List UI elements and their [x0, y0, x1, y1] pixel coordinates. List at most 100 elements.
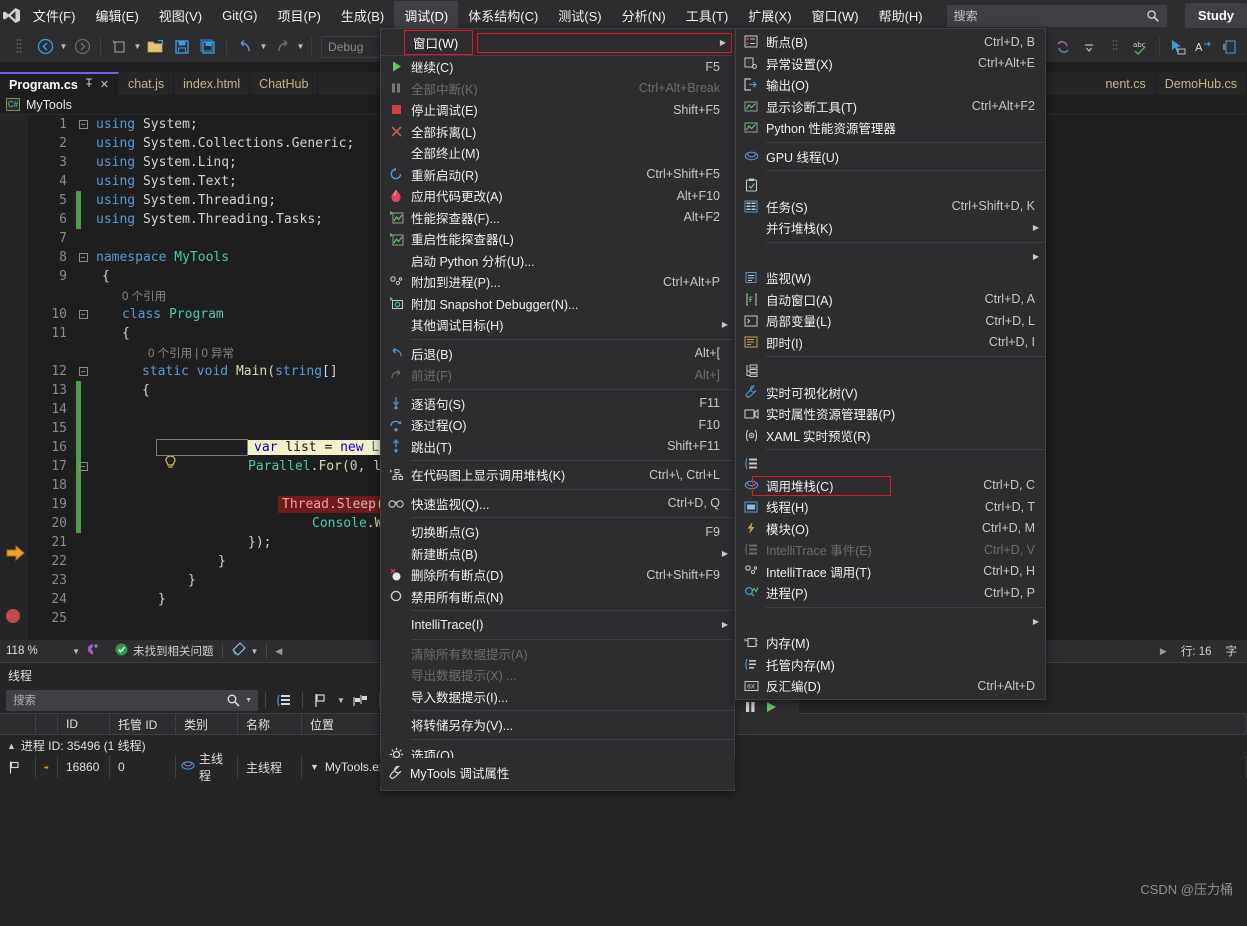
extract-icon[interactable] — [1217, 35, 1243, 59]
column-name[interactable]: 名称 — [238, 714, 302, 734]
menu-window[interactable]: 窗口(W) — [802, 1, 869, 30]
debug-menu-item-performance-profiler[interactable]: 性能探查器(F)... Alt+F2 — [381, 207, 734, 229]
debug-menu-item-import-datatips[interactable]: 导入数据提示(I)... — [381, 686, 734, 708]
submenu-item-live-visual-tree[interactable] — [736, 360, 1045, 382]
menu-view[interactable]: 视图(V) — [149, 1, 212, 30]
submenu-item-processes[interactable]: IntelliTrace 调用(T) Ctrl+D, H — [736, 561, 1045, 583]
breadcrumb-namespace[interactable]: MyTools — [26, 98, 72, 112]
submenu-item-immediate[interactable]: 局部变量(L) Ctrl+D, L — [736, 310, 1045, 332]
codelens-text[interactable]: 0 个引用 — [90, 288, 166, 304]
tab-chat-js[interactable]: chat.js — [119, 72, 175, 95]
scroll-left-icon[interactable]: ◀ — [275, 646, 282, 657]
menu-extensions[interactable]: 扩展(X) — [738, 1, 801, 30]
chevron-down-icon[interactable]: ▼ — [337, 696, 345, 705]
save-all-icon[interactable] — [195, 35, 221, 59]
debug-menu-item-disable-all-breakpoints[interactable]: 禁用所有断点(N) — [381, 586, 734, 608]
debug-menu-item-step-back[interactable]: 后退(B) Alt+[ — [381, 343, 734, 365]
tab-nent-cs[interactable]: nent.cs — [1096, 72, 1156, 95]
group-by-icon[interactable] — [273, 689, 295, 711]
close-icon[interactable]: ✕ — [100, 78, 109, 91]
rename-icon[interactable]: A — [1191, 35, 1217, 59]
debug-menu-item-step-into[interactable]: 逐语句(S) F11 — [381, 393, 734, 415]
submenu-item-parallel-watch[interactable]: 并行堆栈(K) ▶ — [736, 217, 1045, 239]
fold-toggle[interactable]: − — [76, 462, 90, 471]
spell-check-icon[interactable]: abc — [1128, 35, 1154, 59]
menu-file[interactable]: 文件(F) — [23, 1, 86, 30]
debug-menu-item-start-python-profiling[interactable]: 启动 Python 分析(U)... — [381, 250, 734, 272]
submenu-item-tasks[interactable] — [736, 174, 1045, 196]
lightbulb-icon[interactable] — [86, 440, 176, 468]
debug-menu-item-quick-watch[interactable]: 快速监视(Q)... Ctrl+D, Q — [381, 493, 734, 515]
debug-menu-item-detach-all[interactable]: 全部拆离(L) — [381, 121, 734, 143]
column-managed-id[interactable]: 托管 ID — [110, 714, 176, 734]
new-project-dropdown-icon[interactable]: ▼ — [132, 35, 143, 59]
debug-floating-toolbar[interactable] — [735, 699, 799, 718]
new-project-icon[interactable] — [106, 35, 132, 59]
submenu-item-watch[interactable]: ▶ — [736, 246, 1045, 268]
breakpoint-icon[interactable] — [6, 609, 20, 623]
fold-toggle[interactable]: − — [76, 367, 90, 376]
submenu-item-locals[interactable]: 自动窗口(A) Ctrl+D, A — [736, 289, 1045, 311]
context-menu-item-mytools-debug-properties[interactable]: MyTools 调试属性 — [380, 758, 735, 786]
submenu-item-parallel-stacks[interactable]: 任务(S) Ctrl+Shift+D, K — [736, 196, 1045, 218]
undo-icon[interactable] — [232, 35, 258, 59]
debug-menu-item-attach-snapshot-debugger[interactable]: 附加 Snapshot Debugger(N)... — [381, 293, 734, 315]
fold-toggle[interactable]: − — [76, 310, 90, 319]
debug-menu-item-restart-profiler[interactable]: 重启性能探查器(L) — [381, 228, 734, 250]
menu-build[interactable]: 生成(B) — [331, 1, 394, 30]
submenu-item-registers[interactable]: 0X 反汇编(D) Ctrl+Alt+D — [736, 675, 1045, 697]
tab-index-html[interactable]: index.html — [174, 72, 251, 95]
submenu-item-output[interactable]: 输出(O) — [736, 74, 1045, 96]
submenu-item-diagnostic-analysis[interactable]: 进程(P) Ctrl+D, P — [736, 582, 1045, 604]
debug-windows-submenu[interactable]: 断点(B) Ctrl+D, B ! 异常设置(X) Ctrl+Alt+E 输出(… — [735, 28, 1046, 700]
open-file-icon[interactable] — [143, 35, 169, 59]
debug-menu-item-show-call-stack-on-code-map[interactable]: 在代码图上显示调用堆栈(K) Ctrl+\, Ctrl+L — [381, 464, 734, 486]
codelens-text[interactable]: 0 个引用 | 0 异常 — [90, 345, 234, 361]
play-icon[interactable] — [765, 701, 777, 716]
debug-menu-item-continue[interactable]: 继续(C) F5 — [381, 56, 734, 78]
row-flag-icon[interactable] — [0, 756, 36, 778]
debug-menu-item-terminate-all[interactable]: 全部终止(M) — [381, 142, 734, 164]
tab-demohub-cs[interactable]: DemoHub.cs — [1155, 72, 1247, 95]
undo-dropdown-icon[interactable]: ▼ — [258, 35, 269, 59]
global-search-input[interactable]: 搜索 — [946, 4, 1167, 27]
fold-toggle[interactable]: − — [76, 253, 90, 262]
menu-git[interactable]: Git(G) — [212, 3, 267, 28]
submenu-item-python-performance-explorer[interactable]: Python 性能资源管理器 — [736, 117, 1045, 139]
column-flag[interactable] — [0, 714, 36, 734]
submenu-item-threads[interactable]: 调用堆栈(C) Ctrl+D, C — [736, 475, 1045, 497]
menu-edit[interactable]: 编辑(E) — [85, 1, 148, 30]
submenu-item-call-stack[interactable] — [736, 453, 1045, 475]
submenu-item-disassembly[interactable]: 托管内存(M) — [736, 654, 1045, 676]
submenu-item-intellitrace-events[interactable]: 模块(O) Ctrl+D, M — [736, 518, 1045, 540]
flag-icon[interactable] — [310, 689, 332, 711]
zoom-level-combo[interactable]: 118 % ▼ — [6, 645, 80, 657]
debug-menu-item-step-over[interactable]: 逐过程(O) F10 — [381, 414, 734, 436]
chevron-up-icon[interactable]: ▲ — [7, 741, 16, 751]
submenu-item-gpu-threads[interactable]: GPU 线程(U) — [736, 146, 1045, 168]
scroll-right-icon[interactable]: ▶ — [1160, 646, 1167, 657]
select-tool-icon[interactable] — [1165, 35, 1191, 59]
bottom-context-menu-fragment[interactable]: MyTools 调试属性 — [380, 758, 735, 786]
tab-program-cs[interactable]: Program.cs ✕ — [0, 72, 119, 95]
navigate-back-dropdown-icon[interactable]: ▼ — [58, 35, 69, 59]
chevron-down-icon[interactable]: ▼ — [251, 647, 259, 656]
menu-test[interactable]: 测试(S) — [548, 1, 611, 30]
submenu-item-xaml-live-preview[interactable]: 实时属性资源管理器(P) — [736, 403, 1045, 425]
menu-tools[interactable]: 工具(T) — [676, 1, 739, 30]
submenu-item-python-debug-interactive[interactable]: 即时(I) Ctrl+D, I — [736, 332, 1045, 354]
navigate-back-icon[interactable] — [32, 35, 58, 59]
pause-icon[interactable] — [745, 701, 756, 716]
menu-analyze[interactable]: 分析(N) — [612, 1, 676, 30]
menu-debug[interactable]: 调试(D) — [394, 1, 459, 30]
submenu-item-autos[interactable]: 监视(W) — [736, 267, 1045, 289]
collapse-icon[interactable] — [1076, 35, 1102, 59]
debug-menu-item-stop-debugging[interactable]: 停止调试(E) Shift+F5 — [381, 99, 734, 121]
debug-menu-item-intellitrace[interactable]: IntelliTrace(I) ▶ — [381, 614, 734, 636]
chevron-down-icon[interactable]: ▼ — [310, 762, 319, 772]
submenu-item-show-diagnostic-tools[interactable]: 显示诊断工具(T) Ctrl+Alt+F2 — [736, 96, 1045, 118]
submenu-item-modules[interactable]: 线程(H) Ctrl+D, T — [736, 496, 1045, 518]
menu-architecture[interactable]: 体系结构(C) — [458, 1, 548, 30]
column-category[interactable]: 类别 — [176, 714, 238, 734]
study-account-badge[interactable]: Study — [1184, 3, 1247, 28]
